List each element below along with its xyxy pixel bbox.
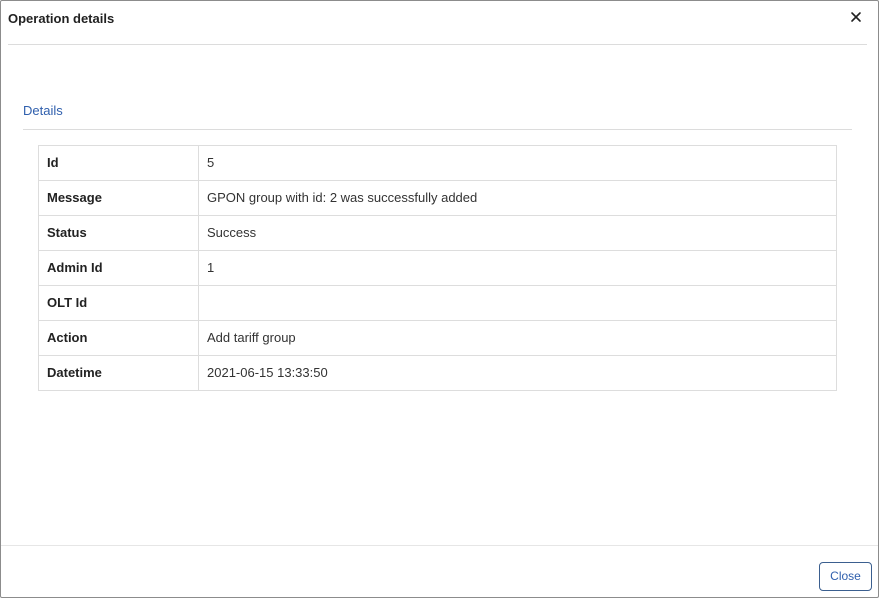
row-value: Add tariff group <box>198 320 837 356</box>
row-label: OLT Id <box>38 285 199 321</box>
close-button[interactable]: Close <box>819 562 872 591</box>
close-icon[interactable] <box>847 8 865 26</box>
tab-divider <box>23 129 852 130</box>
dialog-title: Operation details <box>8 11 115 26</box>
row-value: Success <box>198 215 837 251</box>
table-row: Admin Id 1 <box>38 250 837 286</box>
operation-details-dialog: Operation details Details Id 5 Message G… <box>0 0 879 598</box>
footer-divider <box>1 545 878 546</box>
table-row: Message GPON group with id: 2 was succes… <box>38 180 837 216</box>
row-value: 1 <box>198 250 837 286</box>
row-label: Admin Id <box>38 250 199 286</box>
row-value: 2021-06-15 13:33:50 <box>198 355 837 391</box>
row-value: GPON group with id: 2 was successfully a… <box>198 180 837 216</box>
dialog-header: Operation details <box>1 1 878 45</box>
row-label: Datetime <box>38 355 199 391</box>
row-value <box>198 285 837 321</box>
row-label: Action <box>38 320 199 356</box>
table-row: Action Add tariff group <box>38 320 837 356</box>
header-divider <box>8 44 867 45</box>
row-value: 5 <box>198 145 837 181</box>
table-row: Id 5 <box>38 145 837 181</box>
details-table: Id 5 Message GPON group with id: 2 was s… <box>38 145 837 391</box>
tab-details[interactable]: Details <box>23 103 63 119</box>
row-label: Status <box>38 215 199 251</box>
table-row: Status Success <box>38 215 837 251</box>
table-row: OLT Id <box>38 285 837 321</box>
row-label: Id <box>38 145 199 181</box>
table-row: Datetime 2021-06-15 13:33:50 <box>38 355 837 391</box>
close-icon-glyph <box>851 12 861 22</box>
row-label: Message <box>38 180 199 216</box>
